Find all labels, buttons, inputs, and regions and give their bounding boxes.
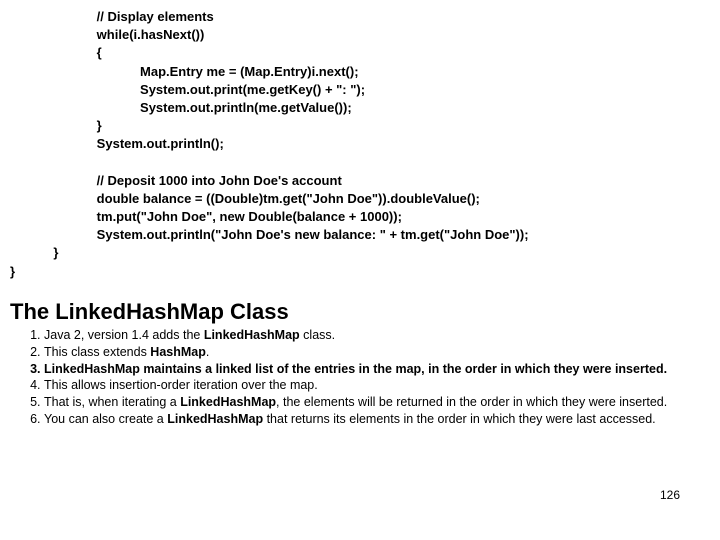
- list-item: This allows insertion-order iteration ov…: [44, 377, 710, 394]
- list-item: You can also create a LinkedHashMap that…: [44, 411, 710, 428]
- list-item-text: LinkedHashMap maintains a linked list of…: [44, 362, 667, 376]
- code-line: System.out.println();: [10, 136, 224, 151]
- code-line: }: [10, 264, 15, 279]
- code-line: while(i.hasNext()): [10, 27, 204, 42]
- code-line: }: [10, 118, 102, 133]
- list-item: That is, when iterating a LinkedHashMap,…: [44, 394, 710, 411]
- code-line: }: [10, 245, 58, 260]
- code-line: double balance = ((Double)tm.get("John D…: [10, 191, 480, 206]
- code-block: // Display elements while(i.hasNext()) {…: [10, 8, 710, 281]
- code-line: tm.put("John Doe", new Double(balance + …: [10, 209, 402, 224]
- code-line: System.out.println("John Doe's new balan…: [10, 227, 529, 242]
- section-heading: The LinkedHashMap Class: [10, 299, 710, 325]
- code-line: System.out.print(me.getKey() + ": ");: [10, 82, 365, 97]
- code-line: {: [10, 45, 102, 60]
- list-item: LinkedHashMap maintains a linked list of…: [44, 361, 710, 378]
- page-number: 126: [660, 488, 680, 502]
- list-item: This class extends HashMap.: [44, 344, 710, 361]
- code-line: // Deposit 1000 into John Doe's account: [10, 173, 342, 188]
- list-item: Java 2, version 1.4 adds the LinkedHashM…: [44, 327, 710, 344]
- code-line: // Display elements: [10, 9, 214, 24]
- feature-list: Java 2, version 1.4 adds the LinkedHashM…: [10, 327, 710, 428]
- code-line: Map.Entry me = (Map.Entry)i.next();: [10, 64, 359, 79]
- code-line: System.out.println(me.getValue());: [10, 100, 352, 115]
